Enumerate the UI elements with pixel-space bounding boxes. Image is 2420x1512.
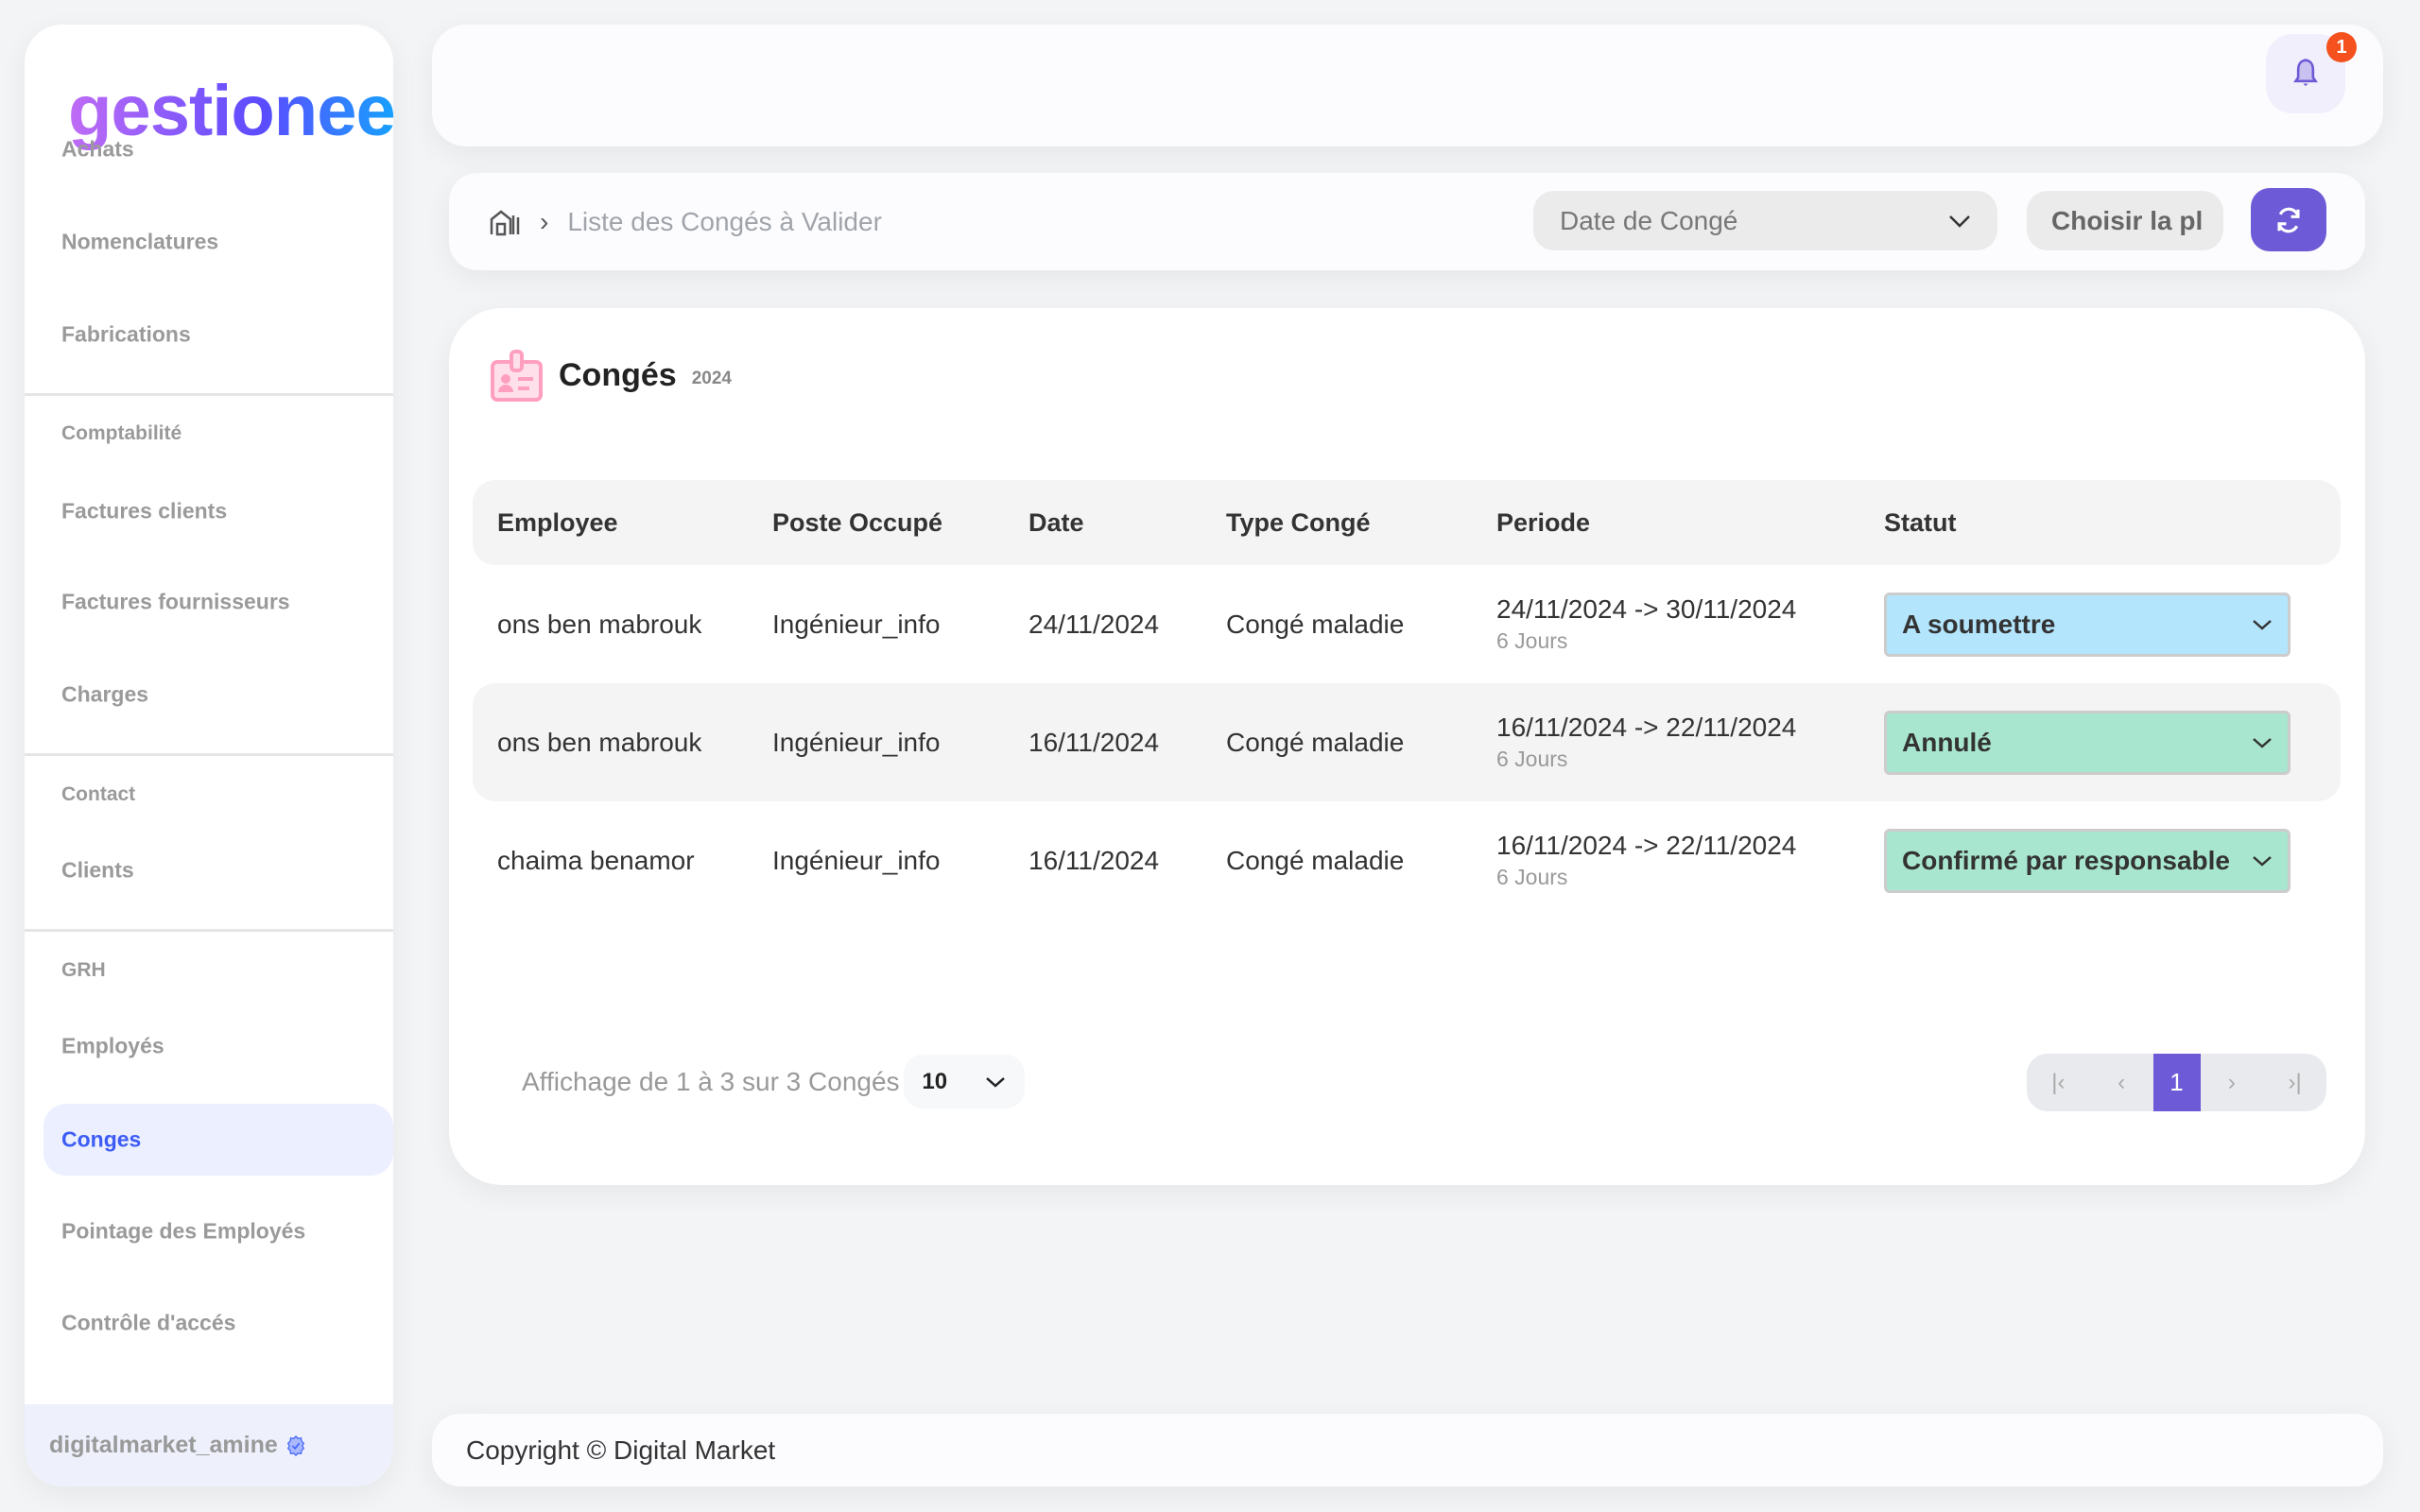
cell-employee: ons ben mabrouk — [497, 609, 702, 639]
sidebar-item[interactable]: Factures fournisseurs — [61, 590, 290, 615]
column-header: Date — [1028, 480, 1226, 565]
chevron-down-icon — [1949, 215, 1970, 228]
divider — [25, 393, 393, 396]
page-size-value: 10 — [922, 1068, 948, 1094]
sidebar: gestioneer Achats Nomenclatures Fabricatio… — [25, 25, 393, 1486]
column-header: Statut — [1884, 480, 2341, 565]
pagination-info: Affichage de 1 à 3 sur 3 Congés 10 — [522, 1055, 1025, 1108]
breadcrumb-current: Liste des Congés à Valider — [567, 206, 882, 236]
refresh-button[interactable] — [2251, 188, 2326, 251]
card-title: Congés 2024 — [490, 349, 732, 402]
sidebar-item[interactable]: Contrôle d'accés — [61, 1311, 235, 1336]
date-conge-select[interactable]: Date de Congé — [1533, 191, 1997, 250]
sidebar-item[interactable]: Achats — [61, 137, 134, 163]
sidebar-item[interactable]: Conges — [61, 1127, 141, 1153]
cell-poste: Ingénieur_info — [772, 845, 941, 875]
next-page-button[interactable]: › — [2201, 1070, 2264, 1096]
chevron-down-icon — [2253, 855, 2272, 867]
column-header: Employee — [473, 480, 772, 565]
periode-days: 6 Jours — [1496, 865, 1568, 889]
id-badge-icon — [491, 350, 543, 402]
sidebar-item[interactable]: Employés — [61, 1034, 164, 1059]
notifications-button[interactable]: 1 — [2266, 32, 2357, 113]
cell-statut: A soumettre — [1884, 565, 2341, 683]
sidebar-item[interactable]: Pointage des Employés — [61, 1219, 305, 1245]
choisir-button[interactable]: Choisir la pl — [2027, 191, 2223, 250]
status-select[interactable]: Annulé — [1884, 710, 2290, 775]
home-icon[interactable] — [489, 208, 521, 236]
top-header: 1 — [432, 25, 2383, 146]
conges-table: Employee Poste Occupé Date Type Congé Period… — [473, 480, 2341, 919]
periode-days: 6 Jours — [1496, 628, 1568, 653]
sidebar-section-label: Comptabilité — [61, 422, 182, 444]
status-value: Annulé — [1902, 727, 1992, 757]
user-profile[interactable]: digitalmarket_amine — [25, 1404, 393, 1486]
breadcrumb: › Liste des Congés à Valider — [489, 173, 882, 270]
sidebar-item[interactable]: Factures clients — [61, 499, 227, 524]
chevron-right-icon: › — [540, 206, 549, 236]
status-value: Confirmé par responsable — [1902, 845, 2230, 875]
sidebar-section-label: GRH — [61, 959, 106, 981]
bell-icon — [2293, 59, 2318, 87]
sidebar-section-label: Contact — [61, 783, 136, 805]
divider — [25, 929, 393, 932]
page-button-current[interactable]: 1 — [2152, 1054, 2201, 1111]
chevron-down-icon — [2253, 619, 2272, 630]
cell-employee: chaima benamor — [497, 845, 695, 875]
column-header: Poste Occupé — [772, 480, 1028, 565]
status-select[interactable]: Confirmé par responsable — [1884, 828, 2290, 893]
pagination-text: Affichage de 1 à 3 sur 3 Congés — [522, 1066, 900, 1096]
periode-days: 6 Jours — [1496, 747, 1568, 771]
conges-card: Congés 2024 Employee Poste Occupé Date Type… — [449, 308, 2365, 1185]
first-page-button[interactable]: |‹ — [2027, 1070, 2090, 1096]
cell-date: 16/11/2024 — [1028, 845, 1160, 875]
page-size-select[interactable]: 10 — [903, 1055, 1025, 1108]
table-row: ons ben mabrouk Ingénieur_info 16/11/2024 C… — [473, 683, 2341, 801]
year-label: 2024 — [691, 369, 732, 388]
page-title: Congés — [559, 356, 677, 393]
copyright: Copyright © Digital Market — [466, 1435, 776, 1465]
refresh-icon — [2277, 207, 2300, 232]
periode-range: 24/11/2024 -> 30/11/2024 — [1496, 594, 1797, 624]
cell-statut: Annulé — [1884, 683, 2341, 801]
cell-type: Congé maladie — [1226, 845, 1405, 875]
column-header: Type Congé — [1226, 480, 1496, 565]
divider — [25, 753, 393, 756]
table-row: chaima benamor Ingénieur_info 16/11/2024 Co… — [473, 801, 2341, 919]
prev-page-button[interactable]: ‹ — [2090, 1070, 2153, 1096]
cell-date: 16/11/2024 — [1028, 683, 1226, 801]
periode-range: 16/11/2024 -> 22/11/2024 — [1496, 713, 1797, 742]
verified-badge-icon — [286, 1435, 304, 1456]
status-select[interactable]: A soumettre — [1884, 592, 2290, 657]
footer: Copyright © Digital Market — [432, 1414, 2383, 1486]
notification-badge: 1 — [2326, 32, 2357, 62]
cell-statut: Confirmé par responsable — [1884, 801, 2341, 919]
column-header: Periode — [1496, 480, 1884, 565]
date-select-value: Date de Congé — [1560, 205, 1738, 235]
table-row: ons ben mabrouk Ingénieur_info 24/11/2024 C… — [473, 565, 2341, 683]
pagination: |‹ ‹ 1 › ›| — [2027, 1054, 2326, 1111]
cell-poste: Ingénieur_info — [772, 609, 941, 639]
cell-periode: 16/11/2024 -> 22/11/2024 6 Jours — [1496, 801, 1884, 919]
cell-poste: Ingénieur_info — [772, 683, 1028, 801]
username: digitalmarket_amine — [49, 1432, 278, 1458]
toolbar: › Liste des Congés à Valider Date de Con… — [449, 173, 2365, 270]
last-page-button[interactable]: ›| — [2263, 1070, 2326, 1096]
sidebar-item[interactable]: Nomenclatures — [61, 230, 218, 255]
chevron-down-icon — [2253, 737, 2272, 748]
sidebar-item[interactable]: Fabrications — [61, 322, 191, 348]
cell-type: Congé maladie — [1226, 683, 1496, 801]
cell-periode: 16/11/2024 -> 22/11/2024 6 Jours — [1496, 683, 1884, 801]
status-value: A soumettre — [1902, 609, 2056, 639]
sidebar-item[interactable]: Clients — [61, 858, 134, 884]
periode-range: 16/11/2024 -> 22/11/2024 — [1496, 831, 1797, 860]
cell-employee: ons ben mabrouk — [473, 683, 772, 801]
sidebar-item[interactable]: Charges — [61, 682, 148, 708]
cell-date: 24/11/2024 — [1028, 609, 1160, 639]
chevron-down-icon — [985, 1076, 1005, 1088]
cell-type: Congé maladie — [1226, 609, 1405, 639]
cell-periode: 24/11/2024 -> 30/11/2024 6 Jours — [1496, 565, 1884, 683]
